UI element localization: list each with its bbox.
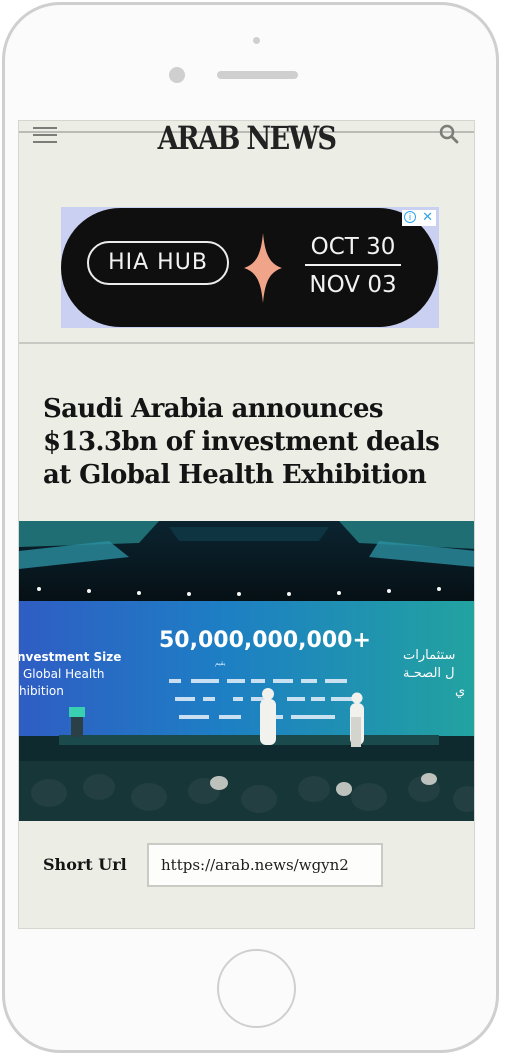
sparkle-icon xyxy=(244,233,282,303)
ad-pill: HIA HUB OCT 30 NOV 03 xyxy=(61,208,438,327)
short-url-row: Short Url https://arab.news/wgyn2 xyxy=(43,843,463,887)
ad-date-start: OCT 30 xyxy=(310,234,396,260)
ad-choices[interactable]: i ✕ xyxy=(402,210,436,226)
svg-text:يقيم: يقيم xyxy=(215,660,226,667)
info-icon[interactable]: i xyxy=(404,211,416,223)
stage-right-line-2: ل الصحـة xyxy=(403,666,455,681)
stage-right-line-3: ي xyxy=(455,684,465,699)
section-divider xyxy=(19,342,474,344)
camera-dot xyxy=(253,37,260,44)
ad-banner[interactable]: HIA HUB OCT 30 NOV 03 i ✕ xyxy=(61,207,439,328)
short-url-field[interactable]: https://arab.news/wgyn2 xyxy=(147,843,383,887)
site-header: ARAB NEWS xyxy=(19,121,474,157)
event-stage-photo: 50,000,000,000+ يقيم nvestment Size Glob… xyxy=(19,521,474,821)
article-headline: Saudi Arabia announces $13.3bn of invest… xyxy=(43,394,440,490)
stage-right-line-1: ستثمارات xyxy=(403,648,455,663)
stage-left-line-2: Global Health xyxy=(23,667,105,681)
stage-number: 50,000,000,000+ xyxy=(159,628,371,653)
short-url-label: Short Url xyxy=(43,855,127,874)
site-logo[interactable]: ARAB NEWS xyxy=(53,121,440,157)
ad-date-end: NOV 03 xyxy=(309,272,397,298)
stage-left-line-3: hibition xyxy=(19,684,64,698)
close-icon[interactable]: ✕ xyxy=(422,210,433,225)
home-button[interactable] xyxy=(217,949,296,1028)
ad-brand: HIA HUB xyxy=(87,241,229,285)
stage-left-line-1: nvestment Size xyxy=(19,650,121,664)
article-image[interactable]: 50,000,000,000+ يقيم nvestment Size Glob… xyxy=(19,521,474,821)
phone-screen: ARAB NEWS HIA HUB OCT 30 NOV 03 i ✕ Saud… xyxy=(18,120,475,929)
earpiece-speaker xyxy=(217,71,298,79)
ad-dates: OCT 30 NOV 03 xyxy=(305,232,401,300)
front-camera xyxy=(169,67,185,83)
search-icon[interactable] xyxy=(438,123,460,145)
ad-date-rule xyxy=(305,264,401,266)
